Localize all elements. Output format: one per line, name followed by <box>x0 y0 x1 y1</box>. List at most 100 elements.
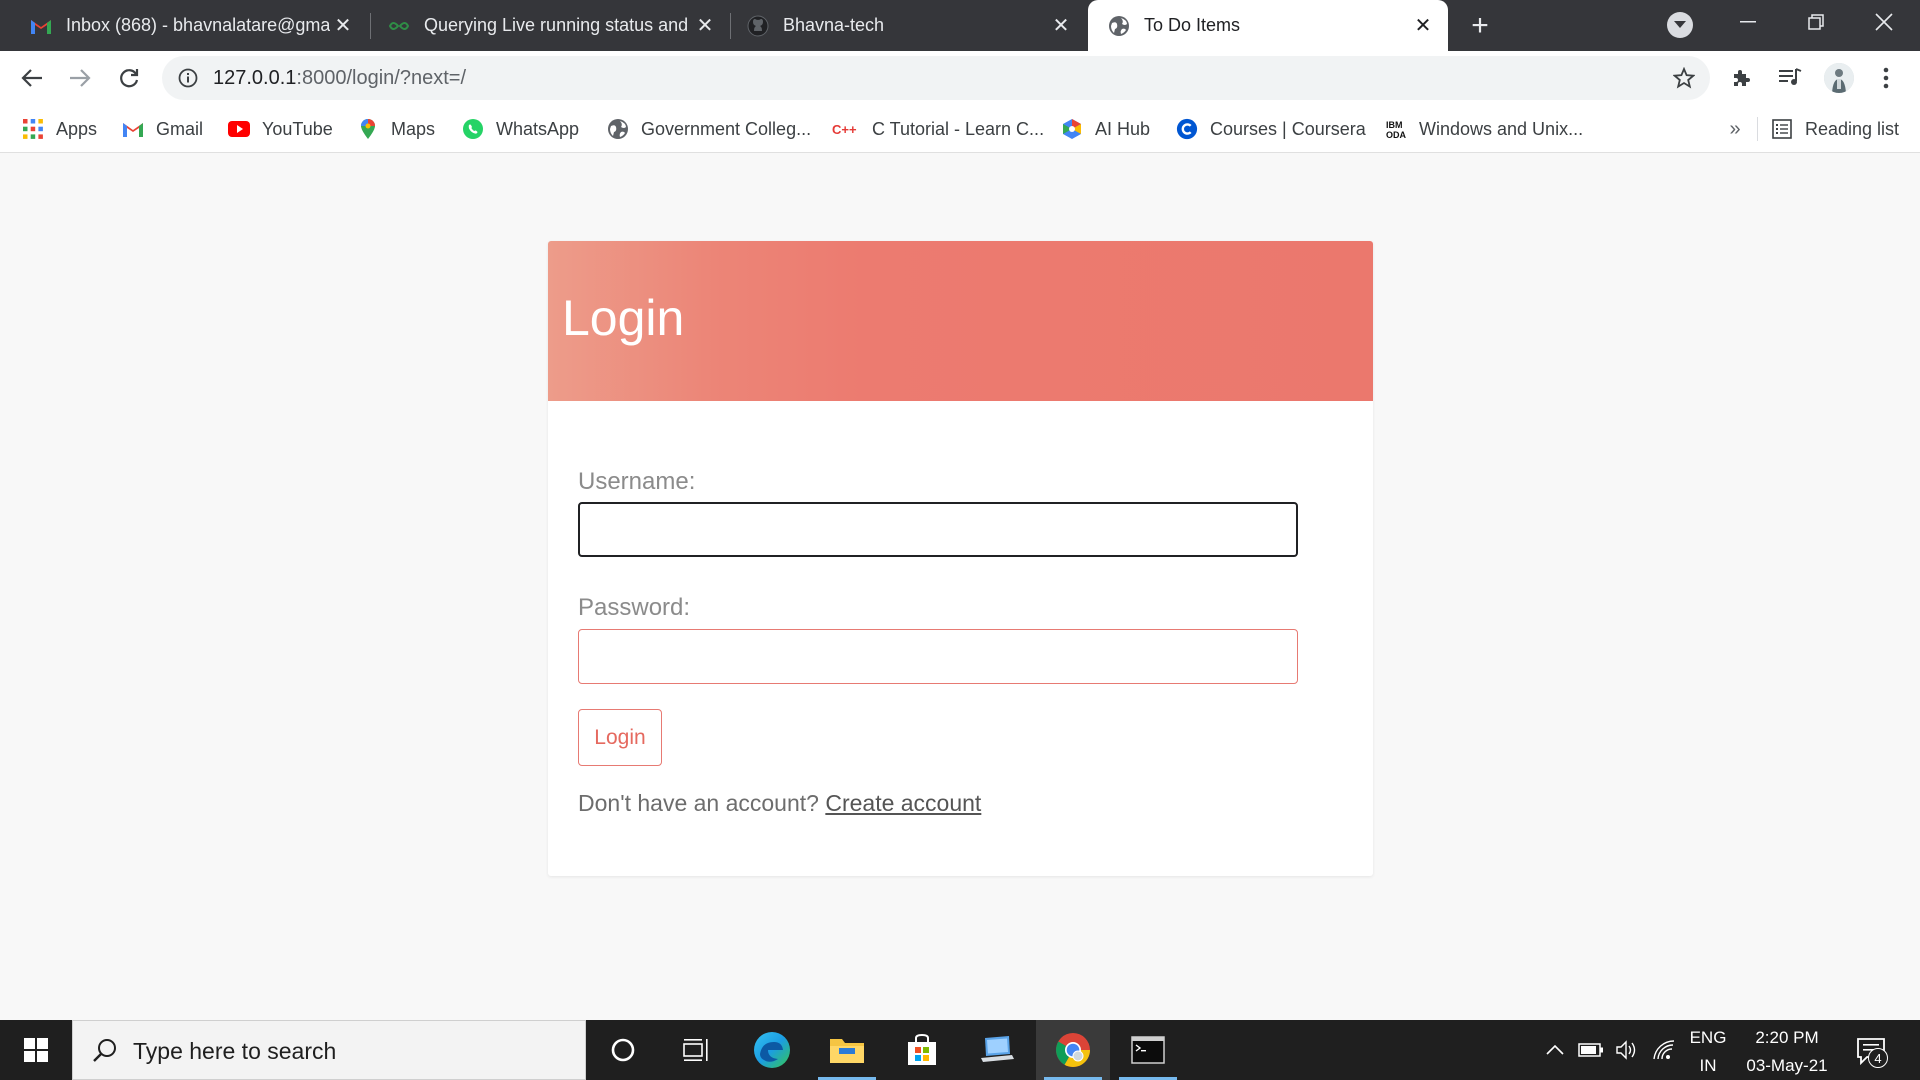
menu-kebab-icon[interactable] <box>1872 64 1900 92</box>
wifi-icon[interactable] <box>1651 1037 1677 1063</box>
reading-list-button[interactable]: Reading list <box>1771 114 1899 144</box>
folder-icon <box>830 1039 864 1063</box>
bookmark-maps[interactable]: Maps <box>357 114 435 144</box>
bookmark-label: Maps <box>391 118 436 139</box>
clock-date: 03-May-21 <box>1746 1056 1828 1075</box>
bookmark-label: Apps <box>56 118 98 139</box>
ibm-icon: IBM ODA <box>1385 118 1407 140</box>
tab-geeksforgeeks[interactable]: Querying Live running status and ✕ <box>372 0 730 51</box>
bookmark-gmail[interactable]: Gmail <box>122 114 203 144</box>
edge-taskbar-button[interactable] <box>735 1020 809 1080</box>
bookmark-label: AI Hub <box>1095 118 1151 139</box>
bookmarks-separator <box>1757 117 1758 141</box>
media-control-icon[interactable] <box>1776 64 1804 92</box>
tab-search-button[interactable] <box>1667 12 1693 38</box>
username-input[interactable] <box>578 502 1298 557</box>
site-info-icon[interactable] <box>176 66 200 90</box>
youtube-icon <box>228 118 250 140</box>
notification-count-badge: 4 <box>1868 1048 1888 1068</box>
tab-strip: Inbox (868) - bhavnalatare@gmail.com ✕ Q… <box>0 0 1920 51</box>
bookmark-label: WhatsApp <box>496 118 580 139</box>
terminal-icon <box>1131 1036 1165 1064</box>
bookmark-c-tutorial[interactable]: C++ C Tutorial - Learn C... <box>832 114 1044 144</box>
tab-gmail[interactable]: Inbox (868) - bhavnalatare@gmail.com ✕ <box>0 0 368 51</box>
globe-icon <box>607 118 629 140</box>
svg-text:ODA: ODA <box>1386 130 1407 140</box>
bookmark-ai-hub[interactable]: AI Hub <box>1061 114 1150 144</box>
bookmark-government-college[interactable]: Government Colleg... <box>607 114 811 144</box>
tab-github[interactable]: Bhavna-tech ✕ <box>732 0 1086 51</box>
cortana-circle-icon <box>611 1038 635 1062</box>
cpp-icon: C++ <box>832 118 860 140</box>
minimize-button[interactable] <box>1714 0 1782 44</box>
close-tab-icon[interactable]: ✕ <box>330 13 356 39</box>
close-tab-icon[interactable]: ✕ <box>692 13 718 39</box>
store-bag-icon <box>908 1033 936 1065</box>
github-icon <box>747 15 769 37</box>
restore-button[interactable] <box>1782 0 1850 44</box>
apps-grid-icon <box>22 118 44 140</box>
close-window-button[interactable] <box>1850 0 1918 44</box>
close-tab-icon[interactable]: ✕ <box>1410 13 1436 39</box>
whatsapp-icon <box>462 118 484 140</box>
maps-pin-icon <box>357 118 379 140</box>
page-viewport: Login Username: Password: Login Don't ha… <box>0 154 1920 1020</box>
bookmark-whatsapp[interactable]: WhatsApp <box>462 114 579 144</box>
remote-desktop-taskbar-button[interactable] <box>960 1020 1034 1080</box>
battery-icon[interactable] <box>1578 1037 1604 1063</box>
bookmark-label: C Tutorial - Learn C... <box>872 118 1045 139</box>
clock-time: 2:20 PM <box>1755 1028 1819 1047</box>
bookmark-label: YouTube <box>262 118 333 139</box>
chevron-down-icon <box>1674 21 1686 28</box>
start-button[interactable] <box>0 1020 72 1080</box>
command-prompt-taskbar-button[interactable] <box>1111 1020 1185 1080</box>
coursera-icon <box>1176 118 1198 140</box>
password-input[interactable] <box>578 629 1298 684</box>
bookmarks-bar: Apps Gmail YouTube Maps WhatsApp Governm… <box>0 105 1920 153</box>
tab-title: Inbox (868) - bhavnalatare@gmail.com <box>66 15 330 35</box>
volume-speaker-icon[interactable] <box>1614 1037 1640 1063</box>
chrome-icon <box>1056 1033 1090 1067</box>
bookmark-youtube[interactable]: YouTube <box>228 114 333 144</box>
store-taskbar-button[interactable] <box>885 1020 959 1080</box>
bookmark-windows-unix[interactable]: IBM ODA Windows and Unix... <box>1385 114 1583 144</box>
reload-button[interactable] <box>113 62 145 94</box>
username-label: Username: <box>578 468 696 495</box>
browser-toolbar: 127.0.0.1:8000/login/?next=/ <box>0 51 1920 105</box>
bookmark-apps[interactable]: Apps <box>22 114 97 144</box>
tab-separator <box>730 13 731 39</box>
show-hidden-icons-chevron-up-icon[interactable] <box>1542 1037 1568 1063</box>
taskbar-search-box[interactable]: Type here to search <box>72 1020 586 1080</box>
password-label: Password: <box>578 594 691 621</box>
bookmark-star-icon[interactable] <box>1672 66 1696 90</box>
search-icon <box>93 1039 116 1062</box>
task-view-button[interactable] <box>660 1020 734 1080</box>
forward-button[interactable] <box>64 62 96 94</box>
input-language[interactable]: ENG IN <box>1686 1028 1730 1076</box>
new-tab-button[interactable]: + <box>1464 9 1496 42</box>
tab-title: To Do Items <box>1144 15 1241 35</box>
url-text: 127.0.0.1:8000/login/?next=/ <box>213 67 466 90</box>
back-button[interactable] <box>16 62 48 94</box>
login-card-header: Login <box>548 241 1373 401</box>
bookmarks-overflow-button[interactable]: » <box>1722 115 1748 143</box>
file-explorer-taskbar-button[interactable] <box>810 1020 884 1080</box>
login-title: Login <box>562 290 685 346</box>
profile-avatar[interactable] <box>1824 63 1854 93</box>
login-button[interactable]: Login <box>578 709 662 766</box>
close-tab-icon[interactable]: ✕ <box>1048 13 1074 39</box>
tab-to-do-items[interactable]: To Do Items ✕ <box>1088 0 1448 51</box>
create-account-link[interactable]: Create account <box>825 790 981 816</box>
address-bar[interactable]: 127.0.0.1:8000/login/?next=/ <box>162 56 1710 100</box>
signup-prompt-text: Don't have an account? <box>578 790 819 816</box>
cortana-button[interactable] <box>586 1020 660 1080</box>
tab-title: Querying Live running status and <box>424 15 689 35</box>
clock[interactable]: 2:20 PM 03-May-21 <box>1735 1028 1839 1076</box>
chrome-taskbar-button[interactable] <box>1036 1020 1110 1080</box>
tab-title: Bhavna-tech <box>783 15 885 35</box>
bookmark-coursera[interactable]: Courses | Coursera <box>1176 114 1366 144</box>
reload-icon <box>120 69 139 88</box>
login-card: Login Username: Password: Login Don't ha… <box>548 241 1373 876</box>
task-view-icon <box>683 1039 708 1061</box>
extensions-puzzle-icon[interactable] <box>1728 64 1756 92</box>
